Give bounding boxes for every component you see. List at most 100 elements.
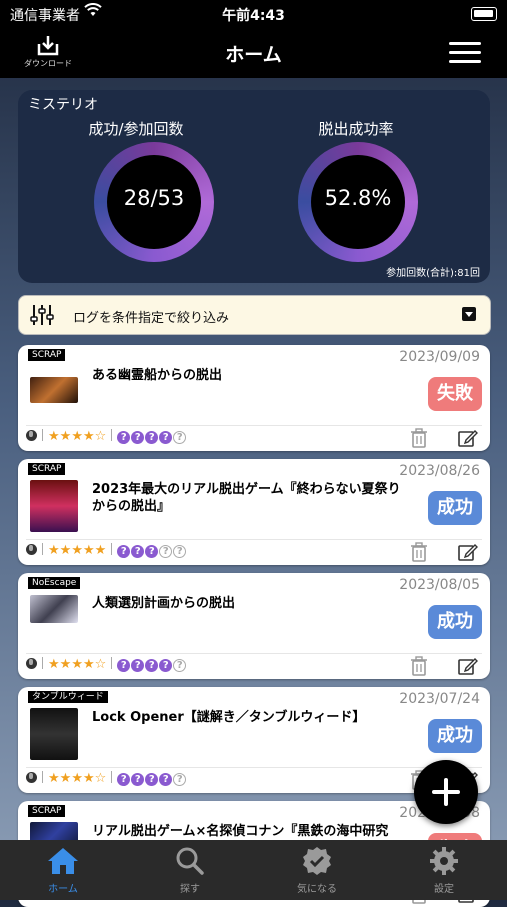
organizer-badge: SCRAP	[28, 349, 66, 361]
stats-panel: ミステリオ 成功/参加回数 脱出成功率 28/53 52.8% 参加回数(合計)…	[18, 90, 490, 283]
difficulty-empty-icon: ?	[173, 431, 187, 444]
edit-icon[interactable]	[458, 428, 478, 448]
star-empty-icon: ☆	[94, 429, 107, 444]
difficulty-filled-icon: ?	[145, 773, 159, 786]
tab-home-label: ホーム	[48, 884, 78, 895]
log-date: 2023/09/09	[399, 349, 480, 365]
star-empty-icon: ☆	[94, 771, 107, 786]
organizer-badge: SCRAP	[28, 463, 66, 475]
difficulty-filled-icon: ?	[145, 431, 159, 444]
difficulty-filled-icon: ?	[117, 659, 131, 672]
star-filled-icon: ★	[82, 771, 95, 786]
star-empty-icon: ☆	[94, 657, 107, 672]
difficulty-filled-icon: ?	[117, 545, 131, 558]
star-filled-icon: ★	[59, 543, 72, 558]
log-card[interactable]: SCRAP 2023/08/26 2023年最大のリアル脱出ゲーム『終わらない夏祭り…	[18, 459, 490, 565]
log-date: 2023/08/26	[399, 463, 480, 479]
log-date: 2023/07/24	[399, 691, 480, 707]
trash-icon[interactable]	[410, 542, 428, 562]
star-filled-icon: ★	[71, 657, 83, 672]
tab-settings-label: 設定	[434, 884, 454, 895]
difficulty-filled-icon: ?	[131, 773, 145, 786]
result-badge: 成功	[428, 605, 482, 639]
difficulty-filled-icon: ?	[159, 659, 173, 672]
search-icon	[176, 847, 204, 875]
success-count-value: 28/53	[123, 186, 185, 210]
difficulty-filled-icon: ?	[145, 545, 159, 558]
nav-bar: ダウンロード ホーム	[0, 28, 507, 78]
tab-favorites[interactable]: 気になる	[254, 846, 380, 895]
star-filled-icon: ★	[71, 429, 83, 444]
globe-icon	[26, 544, 37, 555]
organizer-badge: タンブルウィード	[28, 691, 108, 703]
tab-search[interactable]: 探す	[127, 846, 253, 895]
success-count-label: 成功/参加回数	[88, 120, 184, 138]
difficulty-filled-icon: ?	[117, 773, 131, 786]
page-title: ホーム	[225, 44, 282, 66]
star-filled-icon: ★	[71, 771, 83, 786]
difficulty-filled-icon: ?	[131, 431, 145, 444]
battery-icon	[471, 7, 497, 21]
log-card[interactable]: SCRAP 2023/09/09 ある幽霊船からの脱出 失敗 ★★★★☆?????	[18, 345, 490, 451]
globe-icon	[26, 430, 37, 441]
dropdown-caret-icon	[462, 307, 476, 321]
difficulty-filled-icon: ?	[159, 773, 173, 786]
home-icon	[48, 848, 78, 874]
tab-settings[interactable]: 設定	[381, 846, 507, 895]
success-rate-value: 52.8%	[324, 186, 392, 210]
star-filled-icon: ★	[48, 543, 60, 558]
star-filled-icon: ★	[59, 429, 72, 444]
menu-button[interactable]	[449, 42, 481, 64]
success-rate-label: 脱出成功率	[318, 120, 394, 138]
difficulty-filled-icon: ?	[131, 659, 145, 672]
difficulty-filled-icon: ?	[117, 431, 131, 444]
tab-favorites-label: 気になる	[297, 884, 337, 895]
filter-label: ログを条件指定で絞り込み	[73, 311, 230, 326]
event-thumbnail	[30, 708, 78, 760]
log-card[interactable]: NoEscape 2023/08/05 人類選別計画からの脱出 成功 ★★★★☆????…	[18, 573, 490, 679]
total-participation: 参加回数(合計):81回	[386, 268, 480, 279]
card-divider	[26, 653, 482, 654]
organizer-badge: SCRAP	[28, 805, 66, 817]
filter-bar[interactable]: ログを条件指定で絞り込み	[18, 295, 491, 335]
difficulty-empty-icon: ?	[173, 545, 187, 558]
edit-icon[interactable]	[458, 542, 478, 562]
tab-search-label: 探す	[180, 884, 200, 895]
event-title: 2023年最大のリアル脱出ゲーム『終わらない夏祭りからの脱出』	[92, 482, 401, 514]
trash-icon[interactable]	[410, 656, 428, 676]
star-filled-icon: ★	[48, 429, 60, 444]
success-rate-ring: 52.8%	[298, 142, 418, 262]
tab-bar: ホーム 探す 気になる 設定	[0, 840, 507, 900]
event-thumbnail	[30, 377, 78, 403]
success-count-ring: 28/53	[94, 142, 214, 262]
star-filled-icon: ★	[48, 771, 60, 786]
rating-row: ★★★★☆?????	[26, 771, 326, 789]
star-filled-icon: ★	[82, 429, 95, 444]
globe-icon	[26, 772, 37, 783]
difficulty-filled-icon: ?	[131, 545, 145, 558]
star-filled-icon: ★	[71, 543, 83, 558]
clock: 午前4:43	[222, 8, 285, 24]
result-badge: 成功	[428, 719, 482, 753]
sliders-icon	[30, 305, 54, 325]
tab-home[interactable]: ホーム	[0, 846, 126, 895]
trash-icon[interactable]	[410, 428, 428, 448]
status-bar: 通信事業者 午前4:43	[0, 0, 507, 28]
rating-row: ★★★★☆?????	[26, 657, 326, 675]
star-filled-icon: ★	[82, 543, 95, 558]
rating-row: ★★★★☆?????	[26, 429, 326, 447]
star-filled-icon: ★	[82, 657, 95, 672]
add-log-button[interactable]	[414, 760, 478, 824]
rating-row: ★★★★★?????	[26, 543, 326, 561]
badge-check-icon	[303, 847, 331, 875]
edit-icon[interactable]	[458, 656, 478, 676]
log-date: 2023/08/05	[399, 577, 480, 593]
card-divider	[26, 425, 482, 426]
gear-icon	[430, 847, 458, 875]
star-filled-icon: ★	[94, 543, 107, 558]
organizer-badge: NoEscape	[28, 577, 81, 589]
star-filled-icon: ★	[59, 657, 72, 672]
difficulty-filled-icon: ?	[159, 431, 173, 444]
card-divider	[26, 767, 482, 768]
difficulty-empty-icon: ?	[159, 545, 173, 558]
